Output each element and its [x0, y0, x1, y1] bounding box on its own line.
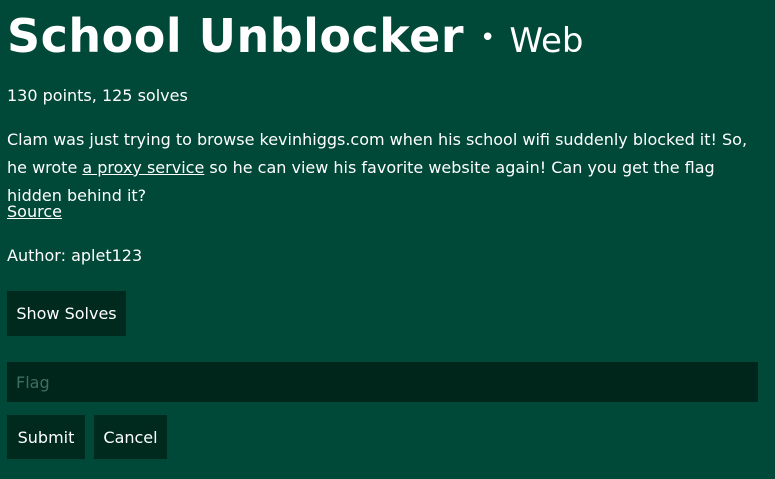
cancel-button[interactable]: Cancel	[94, 415, 167, 459]
show-solves-button[interactable]: Show Solves	[7, 291, 126, 336]
source-row: Source	[7, 202, 62, 222]
challenge-description: Clam was just trying to browse kevinhigg…	[7, 126, 767, 210]
title-separator: •	[480, 23, 496, 53]
submit-button[interactable]: Submit	[7, 415, 85, 459]
challenge-title: School Unblocker	[7, 9, 465, 63]
title-row: School Unblocker • Web	[7, 8, 584, 64]
challenge-category: Web	[509, 21, 584, 61]
proxy-service-link[interactable]: a proxy service	[82, 158, 204, 177]
flag-input[interactable]	[7, 362, 758, 402]
challenge-page: School Unblocker • Web 130 points, 125 s…	[0, 0, 775, 479]
challenge-meta: 130 points, 125 solves	[7, 86, 188, 105]
source-link[interactable]: Source	[7, 202, 62, 221]
challenge-author: Author: aplet123	[7, 246, 143, 265]
